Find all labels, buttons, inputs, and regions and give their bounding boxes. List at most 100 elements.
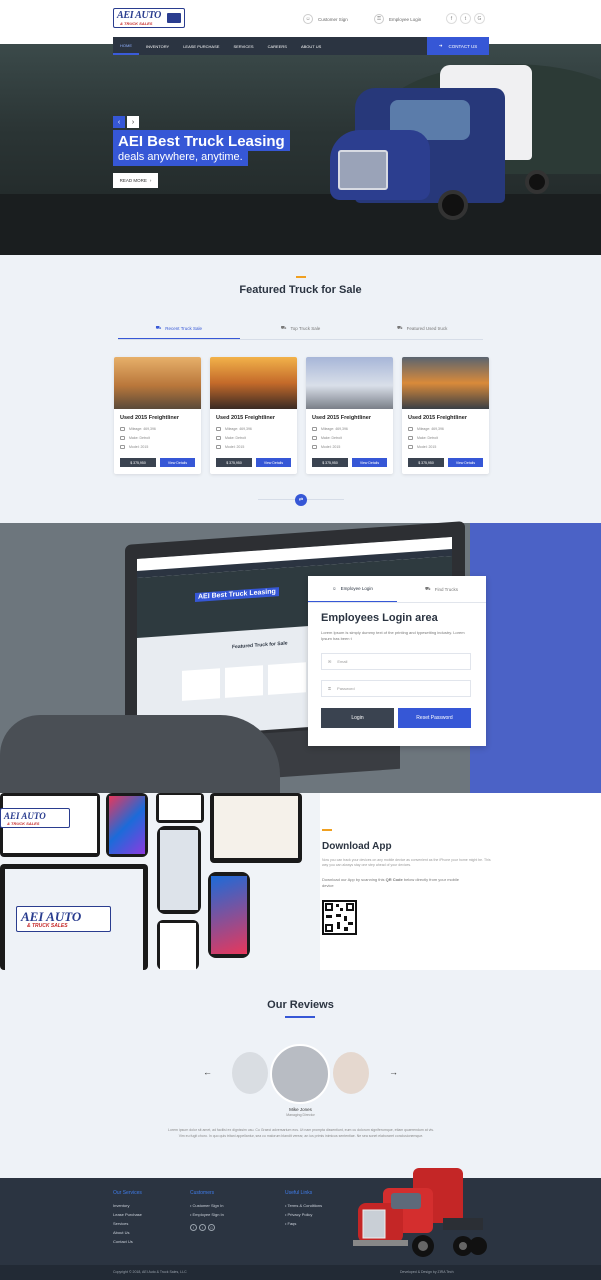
nav-about-us[interactable]: ABOUT US — [294, 37, 328, 55]
laptop-card — [182, 668, 220, 701]
footer-link[interactable]: • Employee Sign In — [190, 1212, 224, 1217]
section-accent — [296, 276, 306, 278]
make-text: Make: Detroit — [225, 436, 246, 440]
footer-link-label: Terms & Conditions — [287, 1203, 323, 1208]
footer-link[interactable]: Lease Purchase — [113, 1212, 142, 1217]
footer-useful-links-heading: Useful Links — [285, 1190, 313, 1196]
truck-icon: ⛟ — [155, 324, 162, 330]
footer-link[interactable]: • Privacy Policy — [285, 1212, 312, 1217]
speedometer-icon — [216, 427, 221, 431]
footer-link[interactable]: • Customer Sign In — [190, 1203, 223, 1208]
engine-icon — [408, 436, 413, 440]
customer-signin-link[interactable]: ☺ Customer Sign — [303, 13, 348, 25]
nav-careers[interactable]: CAREERS — [261, 37, 294, 55]
truck-icon — [167, 13, 181, 23]
lock-icon: ⚿ — [374, 14, 384, 24]
brand-line2: & TRUCK SALES — [7, 821, 40, 826]
footer-link[interactable]: Services — [113, 1221, 128, 1226]
facebook-icon[interactable]: f — [446, 13, 457, 24]
email-field[interactable]: ✉ Email — [321, 653, 471, 670]
tab-recent-truck-sale[interactable]: ⛟ Recent Truck Sale — [118, 318, 240, 339]
google-plus-icon[interactable]: G — [208, 1224, 215, 1231]
main-nav: HOME INVENTORY LEASE PURCHASE SERVICES C… — [113, 37, 489, 55]
tab-featured-used-truck[interactable]: ⛟ Featured Used truck — [361, 318, 483, 339]
footer-link[interactable]: About Us — [113, 1230, 129, 1235]
read-more-button[interactable]: READ MORE › — [113, 173, 158, 188]
download-app-title: Download App — [322, 841, 392, 852]
email-placeholder: Email — [337, 659, 348, 664]
employee-login-link[interactable]: ⚿ Employee Login — [374, 13, 421, 25]
user-icon: ☺ — [332, 586, 337, 591]
view-details-button[interactable]: View Details — [448, 458, 483, 467]
view-details-button[interactable]: View Details — [256, 458, 291, 467]
footer-link[interactable]: Contact Us — [113, 1239, 133, 1244]
contact-us-label: CONTACT US — [448, 43, 478, 49]
calendar-icon — [120, 445, 125, 449]
footer-link[interactable]: • Faqs — [285, 1221, 296, 1226]
carousel-arrow-icon[interactable]: ⇄ — [295, 494, 307, 506]
twitter-icon[interactable]: t — [199, 1224, 206, 1231]
tab-find-trucks[interactable]: ⛟ Find Trucks — [397, 576, 486, 602]
phone-icon: ➜ — [438, 43, 443, 48]
brand-logo[interactable]: AEI AUTO & TRUCK SALES — [113, 8, 185, 28]
truck-price: $ 375,950 — [216, 458, 252, 467]
nav-home[interactable]: HOME — [113, 37, 139, 55]
truck-card[interactable]: Used 2015 Freightliner Mileage: 469,396 … — [402, 357, 489, 474]
truck-card[interactable]: Used 2015 Freightliner Mileage: 469,396 … — [114, 357, 201, 474]
truck-title: Used 2015 Freightliner — [216, 415, 275, 421]
qr-code[interactable] — [322, 900, 357, 935]
login-description: Lorem Ipsum is simply dummy text of the … — [321, 630, 465, 641]
login-heading: Employees Login area — [321, 612, 438, 624]
tab-top-truck-sale[interactable]: ⛟ Top Truck Sale — [240, 318, 362, 339]
brand-line1: AEI AUTO — [4, 811, 46, 821]
tab-employee-login[interactable]: ☺ Employee Login — [308, 576, 397, 602]
password-field[interactable]: ⚿ Password — [321, 680, 471, 697]
make-text: Make: Detroit — [417, 436, 438, 440]
contact-us-button[interactable]: ➜ CONTACT US — [427, 37, 489, 55]
nav-services[interactable]: SERVICES — [226, 37, 260, 55]
arrow-right-icon[interactable]: → — [389, 1067, 398, 1077]
nav-lease-purchase[interactable]: LEASE PURCHASE — [176, 37, 226, 55]
reset-password-button[interactable]: Reset Password — [398, 708, 471, 728]
arrow-left-icon[interactable]: ← — [203, 1067, 212, 1077]
brand-logo: AEI AUTO & TRUCK SALES — [16, 906, 111, 932]
customer-signin-label: Customer Sign — [318, 16, 348, 22]
tab-label: Recent Truck Sale — [165, 325, 203, 331]
developer-credit: Developed & Design by ZIRA Tech — [400, 1270, 454, 1274]
password-placeholder: Password — [337, 686, 355, 691]
nav-inventory[interactable]: INVENTORY — [139, 37, 176, 55]
make-text: Make: Detroit — [321, 436, 342, 440]
phone-screen — [159, 795, 201, 820]
facebook-icon[interactable]: f — [190, 1224, 197, 1231]
speedometer-icon — [120, 427, 125, 431]
phone-screen — [160, 923, 196, 970]
hero-title: AEI Best Truck Leasing — [113, 130, 290, 151]
qr-instructions: Download our App by scanning this QR Cod… — [322, 877, 462, 889]
tab-label: Employee Login — [340, 586, 373, 591]
footer-link[interactable]: • Terms & Conditions — [285, 1203, 322, 1208]
download-app-description: Now you can track your devices on any mo… — [322, 858, 491, 867]
reviewer-name: Mike Jones — [289, 1107, 312, 1112]
chevron-left-icon[interactable]: ‹ — [113, 116, 125, 128]
engine-icon — [216, 436, 221, 440]
reviewer-avatar[interactable] — [333, 1052, 369, 1094]
truck-card[interactable]: Used 2015 Freightliner Mileage: 469,396 … — [210, 357, 297, 474]
truck-card[interactable]: Used 2015 Freightliner Mileage: 469,396 … — [306, 357, 393, 474]
view-details-button[interactable]: View Details — [160, 458, 195, 467]
google-plus-icon[interactable]: G — [474, 13, 485, 24]
truck-mileage: Mileage: 469,396 — [312, 427, 348, 431]
hero-truck-wheel — [525, 170, 549, 194]
calendar-icon — [216, 445, 221, 449]
reviewer-avatar[interactable] — [270, 1044, 330, 1104]
footer-link[interactable]: Inventory — [113, 1203, 129, 1208]
brand-line1: AEI AUTO — [117, 10, 162, 21]
twitter-icon[interactable]: t — [460, 13, 471, 24]
chevron-right-icon[interactable]: › — [127, 116, 139, 128]
reviewer-avatar[interactable] — [232, 1052, 268, 1094]
calendar-icon — [408, 445, 413, 449]
model-text: Model: 2015 — [417, 445, 437, 449]
view-details-button[interactable]: View Details — [352, 458, 387, 467]
make-text: Make: Detroit — [129, 436, 150, 440]
login-button[interactable]: Login — [321, 708, 394, 728]
footer-link-label: Customer Sign In — [192, 1203, 224, 1208]
